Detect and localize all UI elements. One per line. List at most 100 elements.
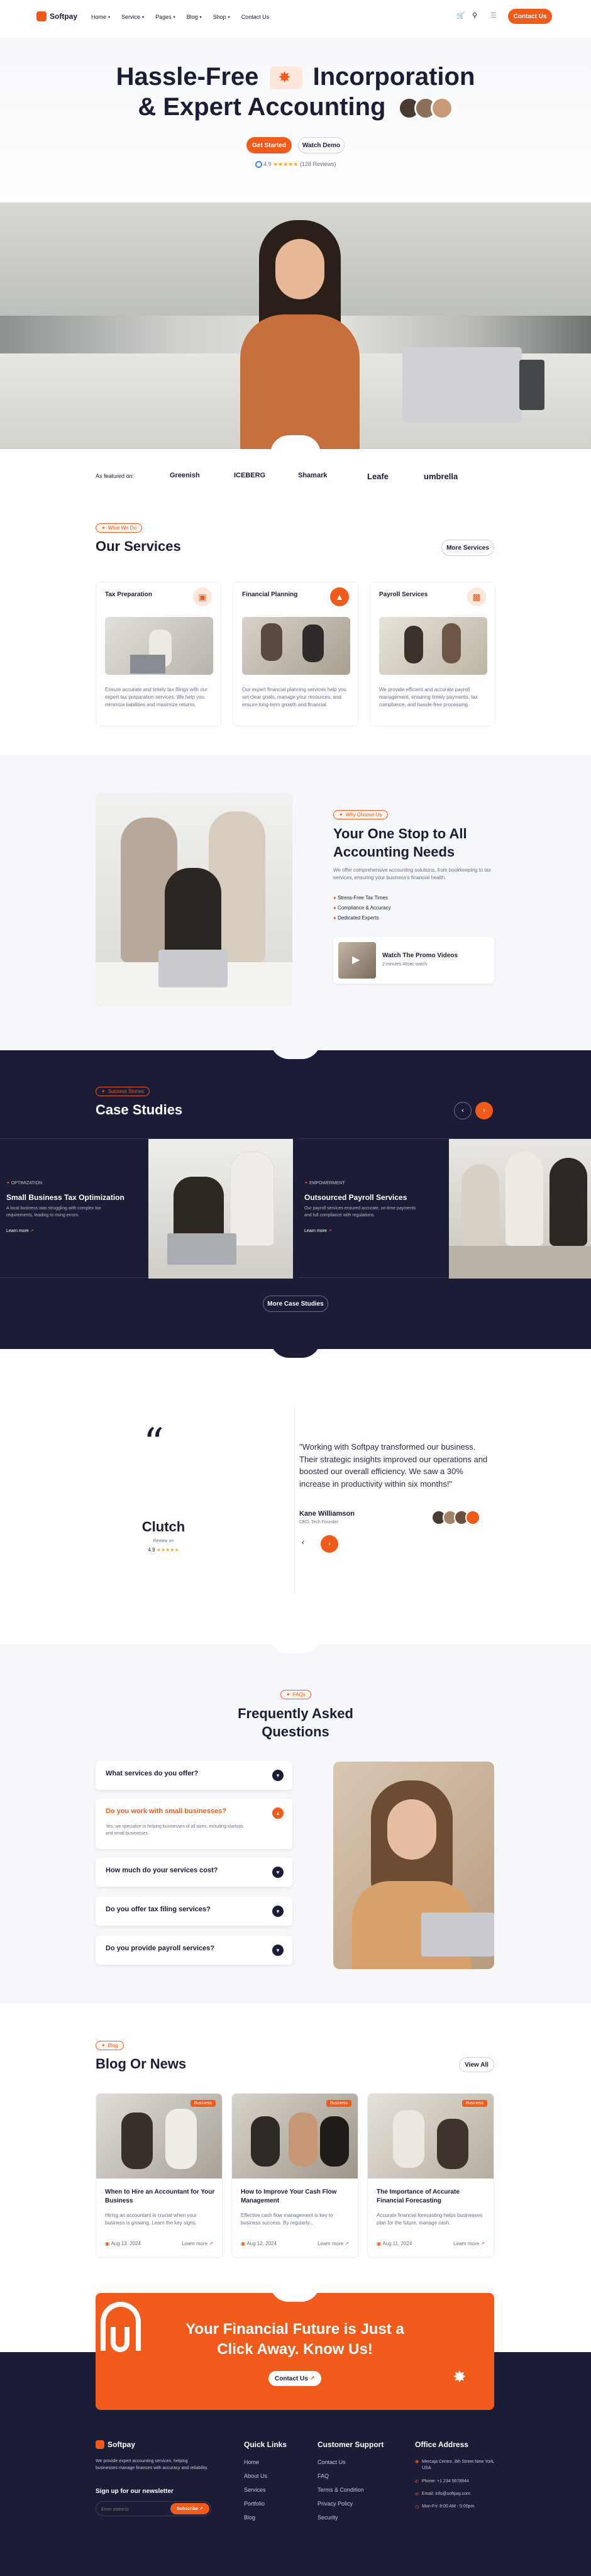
case-card-empowerment[interactable]: ✦ EMPOWERMENT Outsourced Payroll Service… bbox=[298, 1138, 591, 1279]
calculator-icon: ▣ bbox=[193, 587, 212, 606]
nav-item-shop[interactable]: Shop ▾ bbox=[213, 14, 230, 20]
footer-link[interactable]: Contact Us bbox=[318, 2459, 384, 2465]
brand-logo: Greenish bbox=[170, 472, 200, 479]
chevron-down-icon: ▾ bbox=[108, 15, 111, 19]
footer-link[interactable]: Security bbox=[318, 2514, 384, 2521]
arrow-icon: ↗ bbox=[328, 1229, 332, 1233]
header-contact-button[interactable]: Contact Us bbox=[508, 9, 552, 24]
chevron-down-icon: ▾ bbox=[272, 1945, 284, 1956]
learn-more-link[interactable]: Learn more ↗ bbox=[182, 2241, 213, 2246]
hero-fire-icon: ✸ bbox=[269, 67, 302, 90]
learn-more-link[interactable]: Learn more ↗ bbox=[453, 2241, 485, 2246]
nav-item-blog[interactable]: Blog ▾ bbox=[187, 14, 202, 20]
blog-card[interactable]: Business When to Hire an Accountant for … bbox=[96, 2093, 223, 2258]
section-notch bbox=[270, 1040, 321, 1059]
prev-arrow-button[interactable]: ‹ bbox=[302, 1538, 304, 1546]
newsletter-email-input[interactable] bbox=[101, 2504, 164, 2515]
divider bbox=[294, 1406, 295, 1594]
faq-item[interactable]: Do you provide payroll services? ▾ bbox=[96, 1936, 292, 1965]
main-nav: Home ▾ Service ▾ Pages ▾ Blog ▾ Shop ▾ Contac… bbox=[91, 14, 269, 20]
rating-stars: ★★★★★ bbox=[273, 161, 299, 167]
sparkle-icon: ✦ bbox=[339, 812, 343, 818]
arrow-icon: ↗ bbox=[480, 2241, 485, 2246]
faq-item[interactable]: How much do your services cost? ▾ bbox=[96, 1858, 292, 1887]
footer-link[interactable]: Privacy Policy bbox=[318, 2501, 384, 2507]
watch-demo-button[interactable]: Watch Demo bbox=[298, 137, 345, 153]
brand-logo: Leafe bbox=[367, 472, 389, 481]
rating-row: 4.9 ★★★★★ (128 Reviews) bbox=[0, 161, 591, 169]
learn-more-link[interactable]: Learn more ↗ bbox=[6, 1228, 34, 1233]
testimonial-quote: "Working with Softpay transformed our bu… bbox=[299, 1442, 488, 1489]
cta-contact-button[interactable]: Contact Us ↗ bbox=[268, 2371, 321, 2386]
cases-title: Case Studies bbox=[96, 1102, 183, 1118]
footer-brand: Softpay We provide expert accounting ser… bbox=[96, 2440, 221, 2517]
footer-link[interactable]: About Us bbox=[244, 2473, 287, 2479]
footer-link[interactable]: Blog bbox=[244, 2514, 287, 2521]
about-tag: ✦ Why Choose Us bbox=[333, 810, 388, 819]
footer-link[interactable]: Terms & Condition bbox=[318, 2487, 384, 2493]
faq-title: Frequently Asked Questions bbox=[238, 1706, 353, 1740]
footer-link[interactable]: FAQ bbox=[318, 2473, 384, 2479]
blog-card[interactable]: Business How to Improve Your Cash Flow M… bbox=[231, 2093, 358, 2258]
next-arrow-button[interactable]: › bbox=[321, 1535, 338, 1553]
avatar[interactable] bbox=[465, 1510, 480, 1525]
service-card-payroll[interactable]: Payroll Services ▩ We provide efficient … bbox=[370, 582, 495, 726]
site-header: Softpay Home ▾ Service ▾ Pages ▾ Blog ▾ Shop… bbox=[0, 0, 591, 38]
check-icon: ● bbox=[333, 905, 336, 911]
nav-item-contact[interactable]: Contact Us bbox=[241, 14, 270, 20]
arrow-icon: ↗ bbox=[30, 1229, 34, 1233]
quote-icon: “ bbox=[143, 1420, 164, 1467]
office-address: ◉ Mercaja Centre, 8th Street New York, US… bbox=[415, 2460, 495, 2470]
learn-more-link[interactable]: Learn more ↗ bbox=[318, 2241, 349, 2246]
case-studies-section: ✦ Success Stories Case Studies ‹ › ✦ OPTI… bbox=[0, 1040, 591, 1349]
wallet-icon: ▩ bbox=[467, 587, 486, 606]
feature-item: ● Compliance & Accuracy bbox=[333, 905, 391, 911]
service-card-tax[interactable]: Tax Preparation ▣ Ensure accurate and ti… bbox=[96, 582, 221, 726]
more-services-button[interactable]: More Services bbox=[441, 540, 494, 556]
promo-video-card[interactable]: ▶ Watch The Promo Videos 2 minutes 48sec… bbox=[333, 937, 494, 984]
about-section: ✦ Why Choose Us Your One Stop to All Accou… bbox=[0, 755, 591, 1050]
calendar-icon: ▣ bbox=[377, 2241, 382, 2246]
faq-item-open[interactable]: Do you work with small businesses? ▴ Yes,… bbox=[96, 1799, 292, 1849]
about-image bbox=[96, 792, 292, 1006]
learn-more-link[interactable]: Learn more ↗ bbox=[304, 1228, 332, 1233]
about-features: ● Stress-Free Tax Times ● Compliance & A… bbox=[333, 893, 391, 923]
sparkle-icon: ✦ bbox=[286, 1692, 290, 1697]
services-tag: ✦ What We Do bbox=[96, 523, 142, 533]
menu-icon[interactable]: ☰ bbox=[490, 11, 497, 19]
reviewer-role: CEO, Tech Founder bbox=[299, 1520, 338, 1524]
next-arrow-button[interactable]: › bbox=[475, 1102, 493, 1119]
nav-item-pages[interactable]: Pages ▾ bbox=[155, 14, 175, 20]
get-started-button[interactable]: Get Started bbox=[246, 137, 292, 153]
logo-icon bbox=[36, 11, 47, 21]
clutch-badge: Clutch Review on 4.9 ★★★★★ bbox=[141, 1519, 185, 1553]
case-card-optimization[interactable]: ✦ OPTIMIZATION Small Business Tax Optimi… bbox=[0, 1138, 293, 1279]
view-all-button[interactable]: View All bbox=[459, 2057, 494, 2072]
prev-arrow-button[interactable]: ‹ bbox=[454, 1102, 472, 1119]
arrow-icon: ↗ bbox=[199, 2507, 203, 2512]
footer-link[interactable]: Services bbox=[244, 2487, 287, 2493]
blog-title: Blog Or News bbox=[96, 2056, 187, 2072]
testimonial-section: “ Clutch Review on 4.9 ★★★★★ "Working wi… bbox=[0, 1339, 591, 1645]
footer-link[interactable]: Portfolio bbox=[244, 2501, 287, 2507]
logo[interactable]: Softpay bbox=[36, 11, 77, 21]
service-card-financial[interactable]: Financial Planning ▲ Our expert financia… bbox=[233, 582, 358, 726]
google-icon bbox=[255, 161, 262, 169]
more-case-studies-button[interactable]: More Case Studies bbox=[263, 1296, 328, 1312]
faq-item[interactable]: Do you offer tax filing services? ▾ bbox=[96, 1897, 292, 1926]
services-title: Our Services bbox=[96, 538, 181, 554]
logo-icon bbox=[96, 2440, 104, 2449]
blog-card[interactable]: Business The Importance of Accurate Fina… bbox=[367, 2093, 494, 2258]
cart-icon[interactable]: 🛒 bbox=[456, 11, 465, 19]
nav-item-service[interactable]: Service ▾ bbox=[121, 14, 144, 20]
cta-notch bbox=[270, 2293, 320, 2302]
sparkle-icon: ✦ bbox=[101, 1089, 106, 1094]
office-hours: ◷ Mon-Fri: 8:00 AM - 5:00pm bbox=[415, 2504, 475, 2509]
faq-item[interactable]: What services do you offer? ▾ bbox=[96, 1761, 292, 1790]
footer-link[interactable]: Home bbox=[244, 2459, 287, 2465]
nav-item-home[interactable]: Home ▾ bbox=[91, 14, 110, 20]
chevron-up-icon: ▴ bbox=[272, 1807, 284, 1819]
subscribe-button[interactable]: Subscribe ↗ bbox=[170, 2503, 209, 2515]
arrow-icon: ↗ bbox=[345, 2241, 349, 2246]
search-icon[interactable]: ⚲ bbox=[472, 11, 477, 19]
